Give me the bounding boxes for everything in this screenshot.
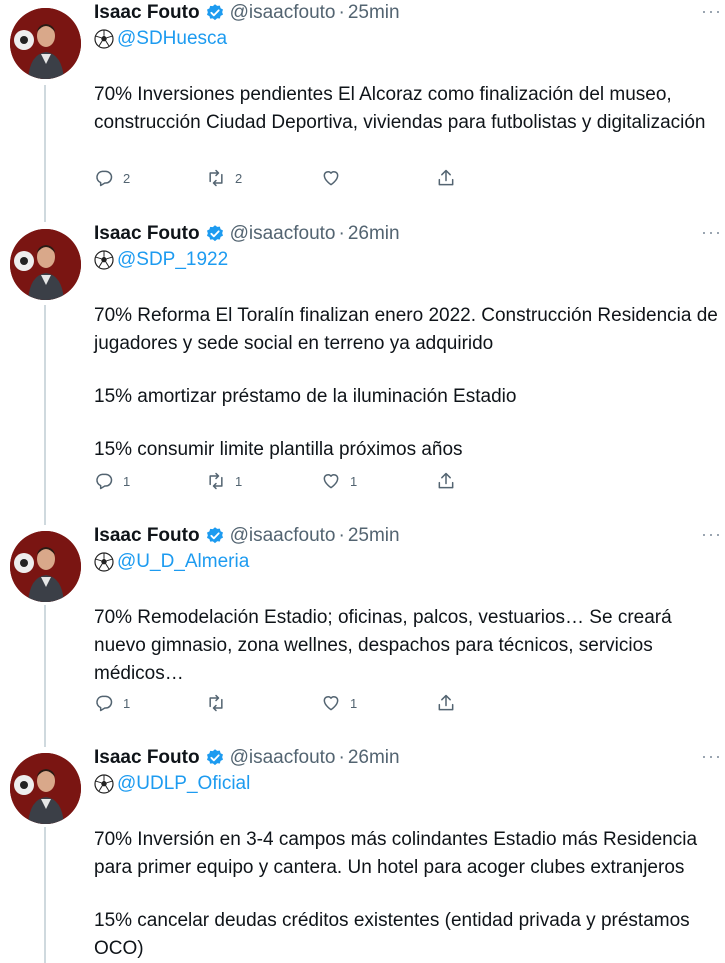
tweet-header: Isaac Fouto @isaacfouto · 26min: [94, 746, 400, 770]
retweet-button[interactable]: [206, 693, 235, 713]
more-options-icon[interactable]: ···: [701, 524, 722, 545]
retweet-button[interactable]: 1: [206, 471, 242, 491]
separator: ·: [338, 223, 345, 244]
separator: ·: [338, 2, 345, 23]
retweet-icon: [209, 694, 223, 712]
more-options-icon[interactable]: ···: [701, 222, 722, 243]
avatar[interactable]: [10, 531, 81, 602]
reply-button[interactable]: 2: [94, 168, 130, 188]
tweet-paragraph: 70% Remodelación Estadio; oficinas, palc…: [94, 607, 672, 684]
tweet-paragraph: 15% consumir limite plantilla próximos a…: [94, 439, 463, 460]
more-options-icon[interactable]: ···: [701, 746, 722, 767]
tweet-paragraph: 15% amortizar préstamo de la iluminación…: [94, 386, 517, 407]
mention-link[interactable]: @UDLP_Oficial: [117, 773, 250, 795]
mention-line: @SDHuesca: [94, 28, 227, 50]
tweet-text: 70% Remodelación Estadio; oficinas, palc…: [94, 604, 720, 688]
retweet-count: 1: [235, 473, 243, 489]
verified-badge-icon: [205, 224, 225, 244]
verified-badge-icon: [205, 3, 225, 23]
reply-button[interactable]: 1: [94, 471, 130, 491]
share-button[interactable]: [436, 693, 456, 713]
like-count: 1: [350, 473, 358, 489]
verified-badge-icon: [205, 748, 225, 768]
action-bar: 1 1 1: [94, 471, 454, 495]
like-button[interactable]: 1: [321, 693, 357, 713]
timestamp[interactable]: 26min: [348, 223, 400, 245]
mention-line: @UDLP_Oficial: [94, 773, 250, 795]
reply-button[interactable]: 1: [94, 693, 130, 713]
soccer-ball-icon: [94, 250, 114, 270]
mention-link[interactable]: @U_D_Almeria: [117, 551, 249, 573]
tweet-paragraph: 70% Inversiones pendientes El Alcoraz co…: [94, 84, 706, 133]
timestamp[interactable]: 25min: [348, 525, 400, 547]
tweet-text: 70% Reforma El Toralín finalizan enero 2…: [94, 302, 720, 464]
author-handle[interactable]: @isaacfouto: [230, 525, 336, 547]
author-name[interactable]: Isaac Fouto: [94, 747, 200, 769]
author-handle[interactable]: @isaacfouto: [230, 747, 336, 769]
like-button[interactable]: [321, 168, 350, 188]
author-name[interactable]: Isaac Fouto: [94, 2, 200, 24]
mention-line: @U_D_Almeria: [94, 551, 249, 573]
like-count: 1: [350, 695, 358, 711]
thread-line: [44, 827, 46, 963]
retweet-icon: [209, 472, 223, 490]
avatar[interactable]: [10, 229, 81, 300]
author-handle[interactable]: @isaacfouto: [230, 223, 336, 245]
author-name[interactable]: Isaac Fouto: [94, 223, 200, 245]
like-icon: [323, 474, 339, 489]
more-options-icon[interactable]: ···: [701, 1, 722, 22]
tweet-paragraph: 70% Reforma El Toralín finalizan enero 2…: [94, 305, 718, 354]
reply-icon: [96, 695, 113, 712]
share-icon: [438, 169, 454, 186]
mention-line: @SDP_1922: [94, 249, 228, 271]
mention-link[interactable]: @SDHuesca: [117, 28, 227, 50]
timestamp[interactable]: 26min: [348, 747, 400, 769]
reply-icon: [96, 473, 113, 490]
tweet-text: 70% Inversión en 3-4 campos más colindan…: [94, 826, 720, 963]
like-button[interactable]: 1: [321, 471, 357, 491]
tweet-paragraph: 70% Inversión en 3-4 campos más colindan…: [94, 829, 698, 878]
reply-count: 2: [123, 170, 131, 186]
share-icon: [438, 472, 454, 489]
author-name[interactable]: Isaac Fouto: [94, 525, 200, 547]
avatar[interactable]: [10, 753, 81, 824]
thread-line: [44, 305, 46, 525]
like-icon: [323, 171, 339, 186]
action-bar: 1 1: [94, 693, 454, 717]
timestamp[interactable]: 25min: [348, 2, 400, 24]
reply-count: 1: [123, 473, 131, 489]
avatar[interactable]: [10, 8, 81, 79]
tweet-header: Isaac Fouto @isaacfouto · 25min: [94, 524, 400, 548]
retweet-count: 2: [235, 170, 243, 186]
action-bar: 2 2: [94, 168, 454, 192]
thread-line: [44, 605, 46, 747]
soccer-ball-icon: [94, 774, 114, 794]
share-button[interactable]: [436, 471, 456, 491]
author-handle[interactable]: @isaacfouto: [230, 2, 336, 24]
mention-link[interactable]: @SDP_1922: [117, 249, 228, 271]
tweet-header: Isaac Fouto @isaacfouto · 25min: [94, 1, 400, 25]
tweet-text: 70% Inversiones pendientes El Alcoraz co…: [94, 81, 720, 137]
share-button[interactable]: [436, 168, 456, 188]
verified-badge-icon: [205, 526, 225, 546]
separator: ·: [338, 525, 345, 546]
retweet-icon: [209, 169, 223, 187]
soccer-ball-icon: [94, 552, 114, 572]
retweet-button[interactable]: 2: [206, 168, 242, 188]
thread-line: [44, 85, 46, 222]
soccer-ball-icon: [94, 29, 114, 49]
reply-icon: [96, 170, 113, 187]
share-icon: [438, 694, 454, 711]
reply-count: 1: [123, 695, 131, 711]
tweet-paragraph: 15% cancelar deudas créditos existentes …: [94, 910, 690, 959]
like-icon: [323, 696, 339, 711]
tweet-header: Isaac Fouto @isaacfouto · 26min: [94, 222, 400, 246]
separator: ·: [338, 747, 345, 768]
